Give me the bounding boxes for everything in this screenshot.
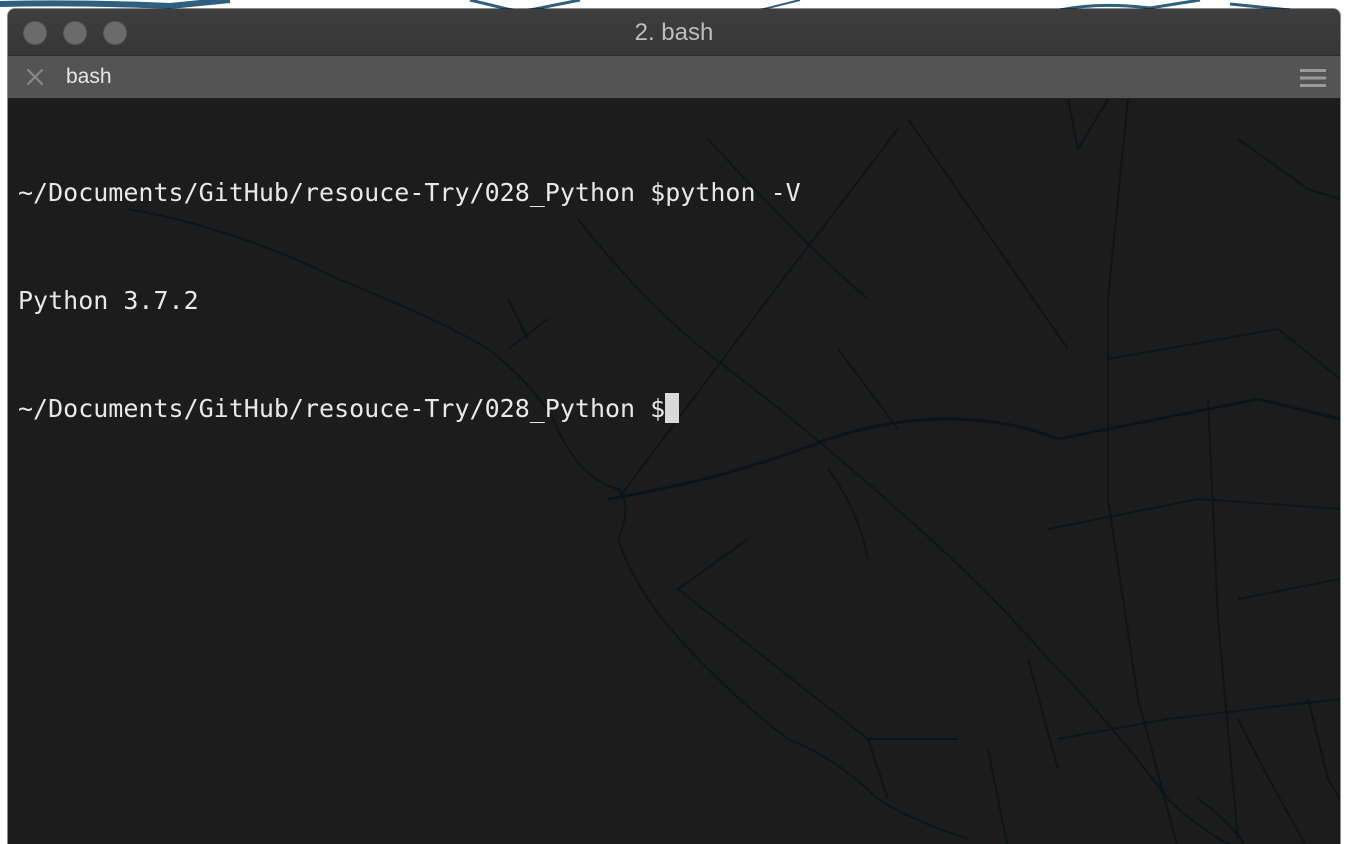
terminal-cursor	[665, 393, 680, 423]
terminal-line: ~/Documents/GitHub/resouce-Try/028_Pytho…	[18, 178, 801, 207]
window-titlebar[interactable]: 2. bash	[8, 9, 1340, 56]
terminal-window: 2. bash bash ~/Documents/GitHub/resouce-…	[8, 9, 1340, 844]
terminal-text: ~/Documents/GitHub/resouce-Try/028_Pytho…	[18, 103, 801, 499]
desktop-background: 2. bash bash ~/Documents/GitHub/resouce-…	[0, 0, 1346, 844]
terminal-prompt-line[interactable]: ~/Documents/GitHub/resouce-Try/028_Pytho…	[18, 391, 801, 427]
tab-bar: bash	[8, 56, 1340, 99]
tab-bash[interactable]: bash	[66, 56, 112, 98]
window-title: 2. bash	[634, 19, 714, 46]
hamburger-menu-icon[interactable]	[1300, 68, 1326, 88]
terminal-prompt: ~/Documents/GitHub/resouce-Try/028_Pytho…	[18, 394, 666, 423]
terminal-line: Python 3.7.2	[18, 286, 199, 315]
terminal-output[interactable]: ~/Documents/GitHub/resouce-Try/028_Pytho…	[8, 99, 1340, 844]
close-x-icon[interactable]	[24, 66, 46, 88]
